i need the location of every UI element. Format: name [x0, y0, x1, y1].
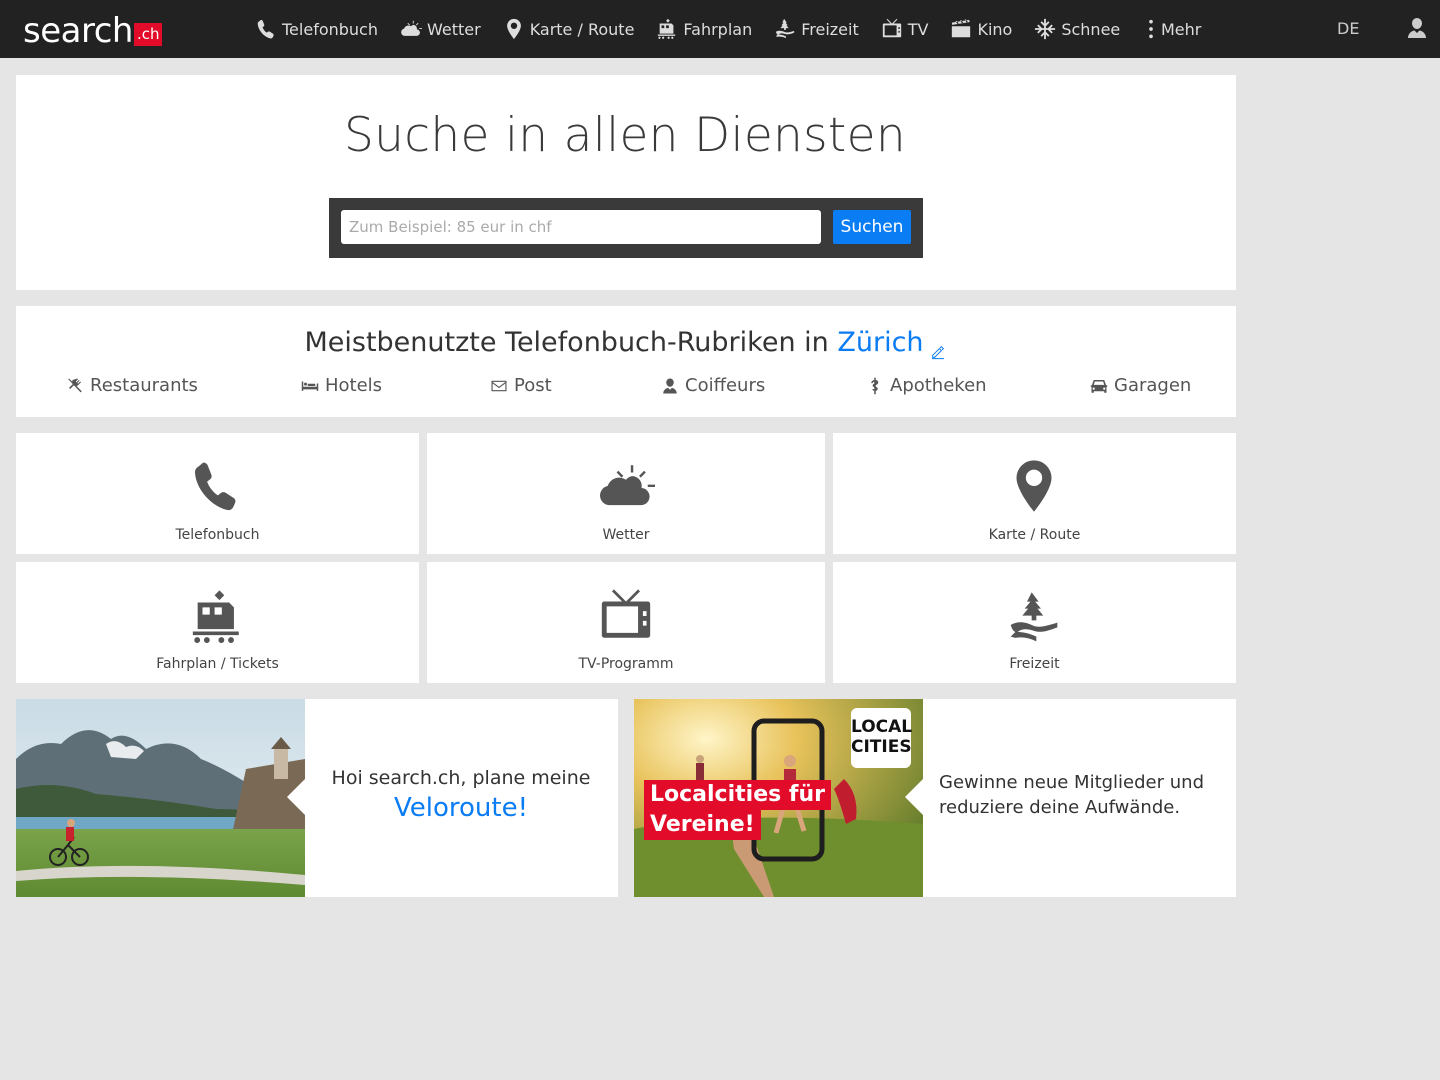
rubric-apotheken[interactable]: Apotheken — [866, 375, 987, 396]
nav-label: Telefonbuch — [282, 19, 378, 39]
rubric-label: Post — [514, 375, 552, 396]
tile-label: Freizeit — [1009, 656, 1060, 672]
snowflake-icon — [1034, 18, 1056, 40]
nav-more-label: Mehr — [1161, 19, 1202, 39]
promo-veloroute-image — [16, 699, 305, 897]
nav-item-fahrplan[interactable]: Fahrplan — [656, 18, 752, 40]
train-icon — [656, 18, 678, 40]
localcities-logo-line2: CITIES — [851, 737, 912, 757]
edit-city-icon[interactable] — [930, 336, 946, 352]
rubric-garagen[interactable]: Garagen — [1090, 375, 1191, 396]
cinema-icon — [950, 18, 972, 40]
car-icon — [1090, 377, 1108, 395]
promo-veloroute[interactable]: Hoi search.ch, plane meine Veloroute! — [16, 699, 618, 897]
rubric-label: Hotels — [325, 375, 383, 396]
rubric-label: Restaurants — [90, 375, 198, 396]
localcities-badge-line2: Vereine! — [644, 810, 761, 840]
landscape-cyclist-image — [16, 699, 305, 897]
rubrics-city-link[interactable]: Zürich — [837, 327, 923, 358]
search-ch-logo[interactable]: search .ch — [23, 10, 163, 51]
nav-item-schnee[interactable]: Schnee — [1034, 18, 1120, 40]
tile-karte-route[interactable]: Karte / Route — [833, 433, 1236, 554]
map-pin-icon — [503, 18, 525, 40]
promo-veloroute-text: Hoi search.ch, plane meine Veloroute! — [321, 767, 601, 823]
nav-item-tv[interactable]: TV — [881, 18, 929, 40]
promo-veloroute-link[interactable]: Veloroute! — [321, 793, 601, 823]
tile-fahrplan-tickets[interactable]: Fahrplan / Tickets — [16, 562, 419, 683]
nav-item-freizeit[interactable]: Freizeit — [774, 18, 859, 40]
main-nav: Telefonbuch Wetter Karte / Route Fahrpla… — [255, 0, 1142, 58]
rubric-label: Garagen — [1114, 375, 1192, 396]
nav-more-menu[interactable]: Mehr — [1145, 0, 1201, 58]
search-input[interactable] — [341, 210, 821, 244]
rubric-label: Coiffeurs — [685, 375, 766, 396]
train-icon — [188, 588, 246, 646]
map-pin-icon — [1006, 458, 1062, 514]
phone-icon — [188, 458, 244, 514]
weather-icon — [597, 458, 655, 516]
localcities-badge-line1: Localcities für — [644, 780, 831, 810]
tv-icon — [597, 587, 655, 645]
promo-veloroute-caption: Hoi search.ch, plane meine — [331, 767, 591, 789]
tile-telefonbuch[interactable]: Telefonbuch — [16, 433, 419, 554]
logo-tld: .ch — [133, 23, 163, 46]
rubric-restaurants[interactable]: Restaurants — [66, 375, 198, 396]
logo-word: search — [23, 11, 133, 51]
promo-arrow — [287, 779, 305, 815]
promo-localcities-text: Gewinne neue Mitglieder und reduziere de… — [939, 772, 1204, 818]
rubric-hotels[interactable]: Hotels — [301, 375, 382, 396]
nav-item-karte-route[interactable]: Karte / Route — [503, 18, 635, 40]
nav-item-wetter[interactable]: Wetter — [400, 18, 481, 40]
nav-label: Fahrplan — [683, 19, 753, 39]
localcities-logo: LOCAL CITIES — [851, 708, 913, 768]
rubric-post[interactable]: Post — [490, 375, 552, 396]
more-dots-icon — [1145, 18, 1157, 40]
promo-arrow — [905, 779, 923, 815]
person-icon — [661, 377, 679, 395]
rubrics-card — [16, 306, 1236, 417]
rubric-coiffeurs[interactable]: Coiffeurs — [661, 375, 765, 396]
rubrics-title: Meistbenutzte Telefonbuch-Rubriken in Zü… — [0, 327, 1250, 358]
nav-item-kino[interactable]: Kino — [950, 18, 1012, 40]
tile-wetter[interactable]: Wetter — [427, 433, 825, 554]
leisure-icon — [774, 18, 796, 40]
localcities-logo-line1: LOCAL — [851, 717, 913, 737]
tile-tv-programm[interactable]: TV-Programm — [427, 562, 825, 683]
user-account-button[interactable] — [1405, 16, 1429, 40]
nav-label: TV — [907, 19, 929, 39]
nav-label: Freizeit — [801, 19, 859, 39]
cutlery-icon — [66, 377, 84, 395]
tile-label: Wetter — [602, 527, 650, 543]
language-switch[interactable]: DE — [1337, 19, 1359, 38]
top-navigation-bar: search .ch Telefonbuch Wetter Karte / Ro… — [0, 0, 1440, 58]
tile-freizeit[interactable]: Freizeit — [833, 562, 1236, 683]
tile-label: Karte / Route — [988, 527, 1081, 543]
search-button[interactable]: Suchen — [833, 210, 911, 244]
nav-label: Kino — [977, 19, 1013, 39]
envelope-icon — [490, 377, 508, 395]
bed-icon — [301, 377, 319, 395]
tile-label: TV-Programm — [578, 656, 674, 672]
nav-item-telefonbuch[interactable]: Telefonbuch — [255, 18, 378, 40]
tile-label: Telefonbuch — [175, 527, 260, 543]
rubric-label: Apotheken — [890, 375, 987, 396]
phone-icon — [255, 18, 277, 40]
rubrics-title-prefix: Meistbenutzte Telefonbuch-Rubriken in — [304, 327, 829, 358]
promo-localcities[interactable]: LOCAL CITIES Localcities für Vereine! Ge… — [634, 699, 1236, 897]
leisure-icon — [1006, 590, 1062, 646]
user-icon — [1405, 16, 1429, 40]
nav-label: Schnee — [1061, 19, 1121, 39]
tv-icon — [881, 18, 903, 40]
nav-label: Karte / Route — [529, 19, 635, 39]
nav-label: Wetter — [426, 19, 481, 39]
search-form: Suchen — [329, 198, 923, 258]
tile-label: Fahrplan / Tickets — [156, 656, 279, 672]
search-title: Suche in allen Diensten — [344, 108, 906, 163]
weather-icon — [400, 18, 422, 40]
pharmacy-icon — [866, 377, 884, 395]
